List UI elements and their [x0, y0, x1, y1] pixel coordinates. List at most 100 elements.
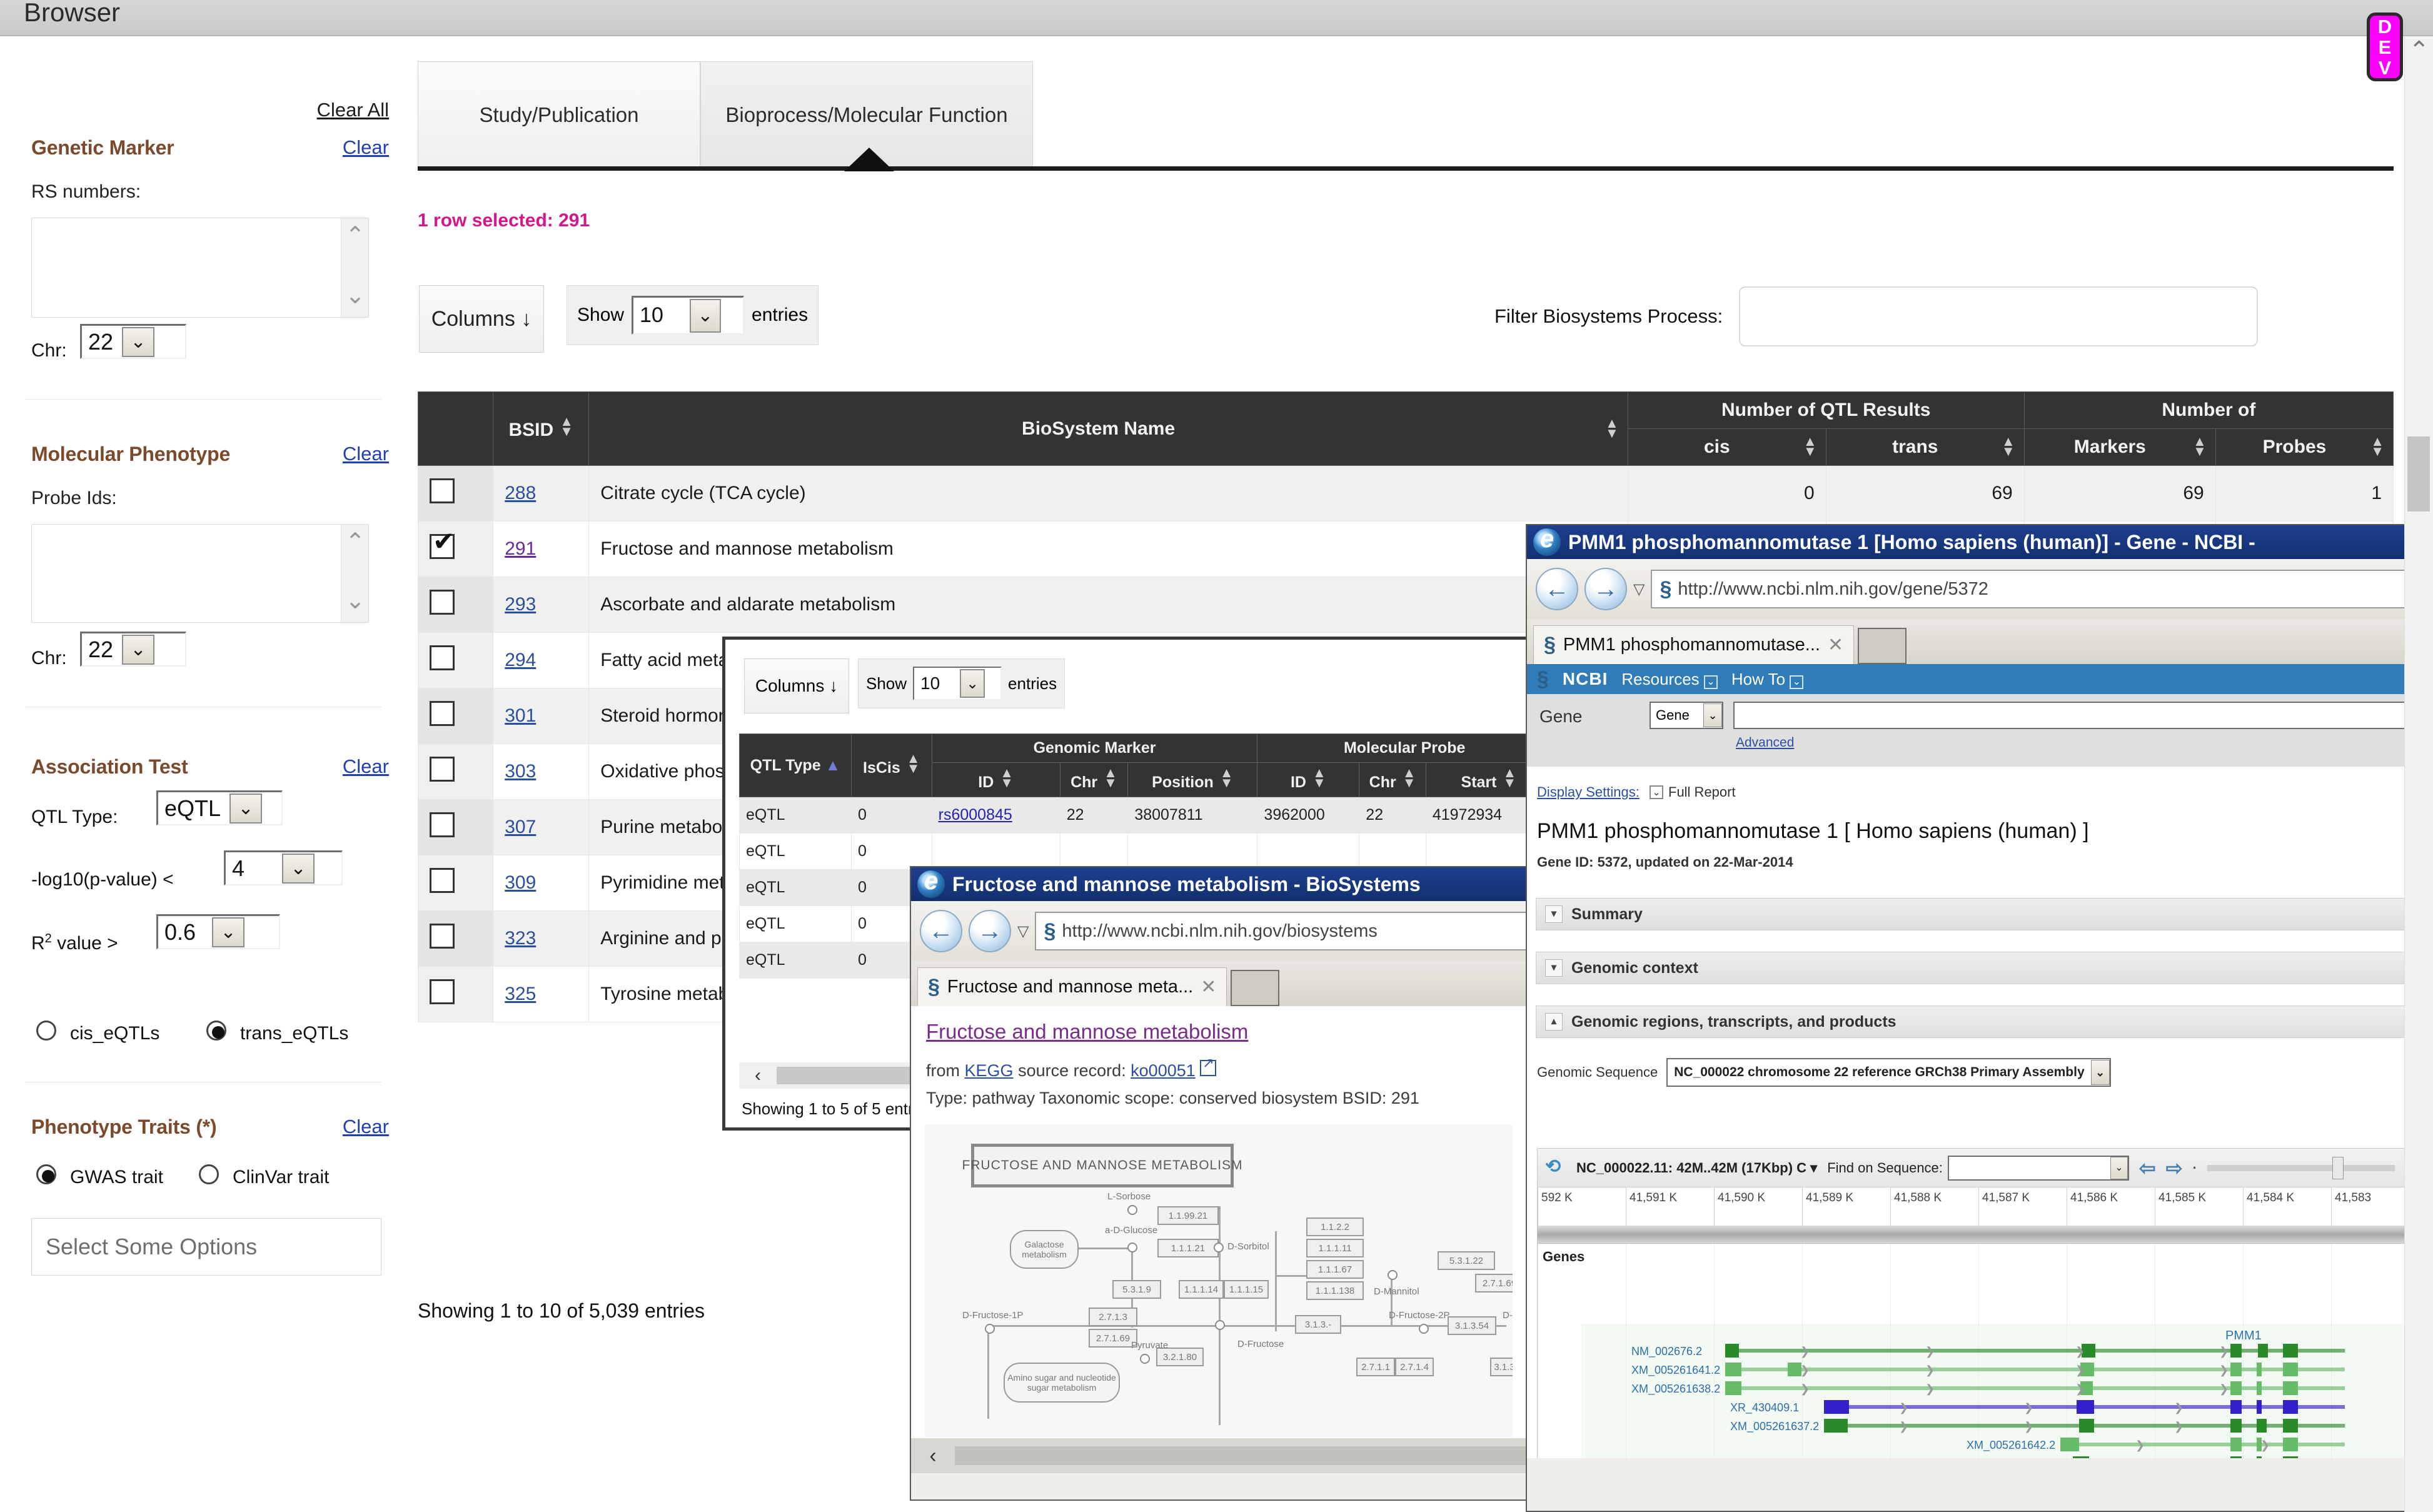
- scroll-down-icon[interactable]: ⌄: [345, 595, 365, 611]
- bsid-link[interactable]: 307: [505, 817, 536, 837]
- accordion-summary[interactable]: ▾ Summary: [1536, 898, 2423, 930]
- row-checkbox[interactable]: [430, 534, 455, 559]
- bsid-link[interactable]: 323: [505, 928, 536, 949]
- table-row[interactable]: 288Citrate cycle (TCA cycle)069691: [418, 466, 2394, 522]
- clear-link-molecular-phenotype[interactable]: Clear: [343, 443, 389, 465]
- qtl-entries-select[interactable]: 10 ⌄: [913, 667, 1002, 700]
- row-checkbox-cell[interactable]: [418, 688, 493, 744]
- gene-browser-tab[interactable]: § PMM1 phosphomannomutase... ✕: [1533, 625, 1854, 664]
- header-markers[interactable]: Markers▲▼: [2024, 429, 2215, 466]
- row-checkbox-cell[interactable]: [418, 577, 493, 633]
- bsid-link[interactable]: 303: [505, 761, 536, 782]
- cell-bsid[interactable]: 309: [493, 855, 589, 911]
- cell-bsid[interactable]: 303: [493, 744, 589, 800]
- find-on-sequence-input[interactable]: ⌄: [1948, 1156, 2129, 1181]
- r2-select[interactable]: 0.6 ⌄: [156, 914, 280, 949]
- gene-address-bar[interactable]: § http://www.ncbi.nlm.nih.gov/gene/5372: [1651, 570, 2427, 608]
- transcript-track[interactable]: ❯❯: [2073, 1456, 2345, 1458]
- qtl-cell-marker-id[interactable]: rs6000845: [932, 797, 1060, 834]
- new-tab-button[interactable]: [1858, 628, 1907, 664]
- probe-ids-scrollbar[interactable]: ⌃ ⌄: [341, 525, 368, 622]
- new-tab-button[interactable]: [1231, 970, 1279, 1006]
- row-checkbox-cell[interactable]: [418, 800, 493, 855]
- clear-all-link[interactable]: Clear All: [317, 99, 389, 121]
- scroll-left-icon[interactable]: ‹: [911, 1444, 955, 1468]
- next-match-icon[interactable]: ⇨: [2166, 1156, 2183, 1180]
- row-checkbox[interactable]: [430, 924, 455, 949]
- scrollbar-thumb[interactable]: [2407, 436, 2430, 512]
- cell-bsid[interactable]: 294: [493, 633, 589, 688]
- qtl-type-select[interactable]: eQTL ⌄: [156, 790, 283, 825]
- entries-select[interactable]: 10 ⌄: [632, 296, 744, 335]
- qtl-header-marker-id[interactable]: ID▲▼: [932, 763, 1060, 797]
- accordion-genomic-context[interactable]: ▾ Genomic context: [1536, 952, 2423, 984]
- kegg-pathway-box[interactable]: Galactose metabolism: [1010, 1230, 1079, 1269]
- columns-button[interactable]: Columns ↓: [419, 285, 544, 353]
- row-checkbox[interactable]: [430, 645, 455, 670]
- bsid-link[interactable]: 291: [505, 538, 536, 559]
- sequence-viewer[interactable]: ⟲ NC_000022.11: 42M..42M (17Kbp) C ▾ Fin…: [1537, 1148, 2427, 1458]
- cell-bsid[interactable]: 288: [493, 466, 589, 522]
- transcript-label[interactable]: XM_005261637.2: [1730, 1420, 1819, 1433]
- row-checkbox[interactable]: [430, 868, 455, 893]
- transcript-track[interactable]: ❯❯❯❯: [1725, 1363, 2345, 1376]
- clear-link-phenotype-traits[interactable]: Clear: [343, 1116, 389, 1138]
- chr-select-probe[interactable]: 22 ⌄: [80, 632, 186, 667]
- kegg-link[interactable]: KEGG: [965, 1061, 1014, 1080]
- rs-numbers-scrollbar[interactable]: ⌃ ⌄: [341, 218, 368, 317]
- clear-link-genetic-marker[interactable]: Clear: [343, 136, 389, 159]
- display-settings-link[interactable]: Display Settings:: [1537, 784, 1640, 800]
- phenotype-trait-multiselect[interactable]: Select Some Options: [31, 1218, 381, 1276]
- refresh-icon[interactable]: ⟲: [1545, 1157, 1566, 1179]
- rs-numbers-textarea[interactable]: ⌃ ⌄: [31, 218, 369, 318]
- transcript-track[interactable]: ❯❯❯: [1824, 1419, 2345, 1433]
- back-button[interactable]: ←: [1536, 568, 1578, 610]
- zoom-slider-knob[interactable]: [2332, 1157, 2344, 1179]
- genomic-sequence-select[interactable]: NC_000022 chromosome 22 reference GRCh38…: [1666, 1058, 2110, 1087]
- cell-bsid[interactable]: 301: [493, 688, 589, 744]
- history-dropdown-icon[interactable]: ▽: [1633, 580, 1645, 598]
- transcript-label[interactable]: XM_005261638.2: [1631, 1383, 1720, 1396]
- qtl-table-row[interactable]: eQTL0rs600084522380078113962000224197293…: [740, 797, 1552, 834]
- transcript-track[interactable]: ❯❯: [2060, 1438, 2345, 1451]
- cell-bsid[interactable]: 293: [493, 577, 589, 633]
- rs-link[interactable]: rs6000845: [939, 806, 1012, 824]
- row-checkbox[interactable]: [430, 757, 455, 782]
- full-report-control[interactable]: ⌄ Full Report: [1650, 784, 1736, 800]
- transcript-track[interactable]: ❯❯❯❯: [1725, 1344, 2345, 1358]
- search-db-select[interactable]: Gene ⌄: [1650, 702, 1723, 729]
- row-checkbox-cell[interactable]: [418, 911, 493, 967]
- row-checkbox-cell[interactable]: [418, 522, 493, 577]
- scroll-up-icon[interactable]: ⌃: [2409, 41, 2430, 60]
- ncbi-search-input[interactable]: [1733, 702, 2425, 729]
- qtl-header-marker-chr[interactable]: Chr▲▼: [1060, 763, 1128, 797]
- prev-match-icon[interactable]: ⇦: [2139, 1156, 2156, 1180]
- pvalue-select[interactable]: 4 ⌄: [224, 850, 343, 885]
- header-bsid[interactable]: BSID▲▼: [493, 392, 589, 466]
- transcript-label[interactable]: NM_002676.2: [1631, 1345, 1702, 1358]
- radio-cis-eqtls[interactable]: [36, 1021, 56, 1041]
- qtl-table-row[interactable]: eQTL0: [740, 834, 1552, 870]
- qtl-cell-marker-id[interactable]: [932, 834, 1060, 870]
- biosystems-address-bar[interactable]: § http://www.ncbi.nlm.nih.gov/biosystems: [1035, 912, 1529, 950]
- tab-study-publication[interactable]: Study/Publication: [418, 61, 700, 168]
- qtl-header-marker-position[interactable]: Position▲▼: [1128, 763, 1257, 797]
- kegg-pathway-box[interactable]: Amino sugar and nucleotide sugar metabol…: [1004, 1363, 1120, 1403]
- sequence-viewer-location[interactable]: NC_000022.11: 42M..42M (17Kbp) C ▾: [1576, 1160, 1817, 1176]
- qtl-header-probe-id[interactable]: ID▲▼: [1257, 763, 1359, 797]
- cell-bsid[interactable]: 291: [493, 522, 589, 577]
- biosystems-page-title[interactable]: Fructose and mannose metabolism: [926, 1020, 1248, 1044]
- row-checkbox[interactable]: [430, 478, 455, 503]
- back-button[interactable]: ←: [920, 910, 962, 952]
- chr-select-marker[interactable]: 22 ⌄: [80, 324, 186, 359]
- radio-trans-eqtls[interactable]: [206, 1021, 226, 1041]
- row-checkbox[interactable]: [430, 701, 455, 726]
- header-probes[interactable]: Probes▲▼: [2215, 429, 2393, 466]
- transcript-label[interactable]: XM_005261642.2: [1967, 1439, 2055, 1452]
- biosystems-browser-tab[interactable]: § Fructose and mannose meta... ✕: [917, 967, 1227, 1006]
- cell-bsid[interactable]: 323: [493, 911, 589, 967]
- row-checkbox-cell[interactable]: [418, 633, 493, 688]
- row-checkbox-cell[interactable]: [418, 855, 493, 911]
- zoom-slider[interactable]: [2207, 1165, 2395, 1171]
- row-checkbox[interactable]: [430, 590, 455, 615]
